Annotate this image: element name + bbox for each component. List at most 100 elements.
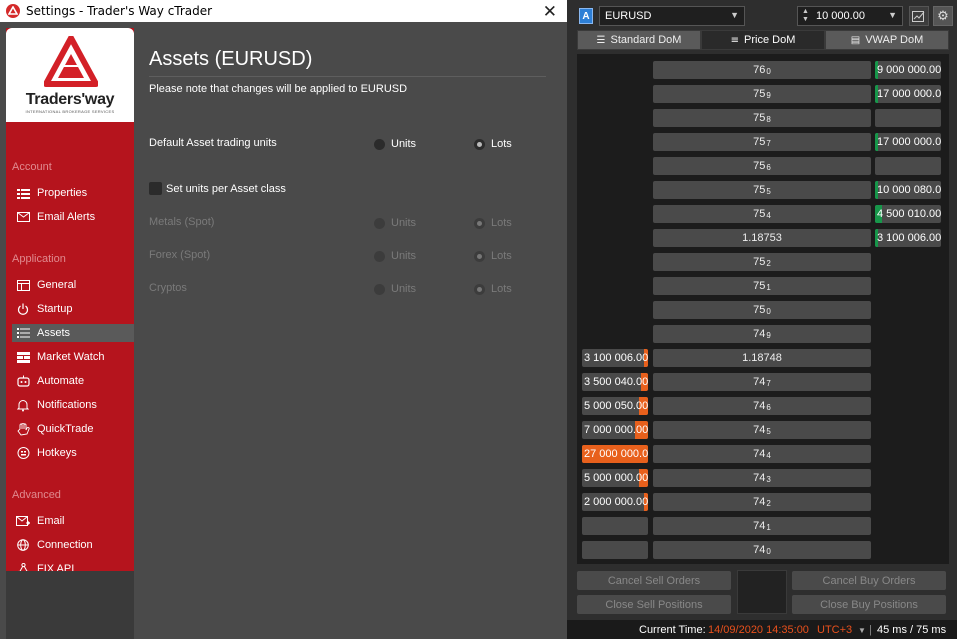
sell-volume-text: 5 000 050.00 xyxy=(584,400,648,412)
sell-volume-cell[interactable]: 3 100 006.00 xyxy=(582,349,648,367)
spinner-arrows-icon[interactable]: ▲ ▼ xyxy=(802,8,809,24)
forex-units-radio[interactable]: Units xyxy=(374,250,416,262)
buy-volume-text: 17 000 000.00 xyxy=(877,136,941,148)
price-level[interactable]: 75 9 xyxy=(653,85,871,103)
sidebar-item-quicktrade[interactable]: QuickTrade xyxy=(12,420,134,438)
price-level[interactable]: 74 0 xyxy=(653,541,871,559)
sidebar-item-notifications[interactable]: Notifications xyxy=(12,396,134,414)
cryptos-units-radio[interactable]: Units xyxy=(374,283,416,295)
sell-volume-cell[interactable]: 5 000 050.00 xyxy=(582,397,648,415)
best-bid-price[interactable]: 1.18748 xyxy=(653,349,871,367)
close-sell-positions-button[interactable]: Close Sell Positions xyxy=(577,595,731,614)
sidebar-item-hotkeys[interactable]: Hotkeys xyxy=(12,444,134,462)
timezone-selector[interactable]: UTC+3 xyxy=(817,624,852,636)
sell-volume-cell[interactable]: 7 000 000.00 xyxy=(582,421,648,439)
close-buy-positions-button[interactable]: Close Buy Positions xyxy=(792,595,946,614)
price-pip: 7 xyxy=(766,378,771,388)
sidebar-item-properties[interactable]: Properties xyxy=(12,184,134,202)
set-units-per-class-checkbox[interactable]: Set units per Asset class xyxy=(149,182,286,195)
price-level[interactable]: 75 8 xyxy=(653,109,871,127)
price-level[interactable]: 75 2 xyxy=(653,253,871,271)
symbol-badge[interactable]: A xyxy=(579,8,593,24)
forex-lots-radio[interactable]: Lots xyxy=(474,250,512,262)
price-level[interactable]: 75 0 xyxy=(653,301,871,319)
buy-volume-cell[interactable]: 17 000 000.00 xyxy=(875,133,941,151)
sidebar-item-assets[interactable]: Assets xyxy=(12,324,134,342)
price-level[interactable]: 75 1 xyxy=(653,277,871,295)
buy-volume-cell[interactable]: 17 000 000.00 xyxy=(875,85,941,103)
sell-volume-cell[interactable] xyxy=(582,517,648,535)
radio-label: Units xyxy=(391,217,417,229)
buy-volume-cell[interactable] xyxy=(875,109,941,127)
dom-toolbar: A EURUSD ▼ ▲ ▼ 10 000.00 ▼ ⚙ xyxy=(573,4,957,28)
metals-lots-radio[interactable]: Lots xyxy=(474,217,512,229)
metals-units-radio[interactable]: Units xyxy=(374,217,416,229)
buy-volume-cell[interactable]: 9 000 000.00 xyxy=(875,61,941,79)
sell-volume-cell[interactable]: 2 000 000.00 xyxy=(582,493,648,511)
sell-volume-cell[interactable]: 5 000 000.00 xyxy=(582,469,648,487)
price-level[interactable]: 74 7 xyxy=(653,373,871,391)
price-level[interactable]: 75 5 xyxy=(653,181,871,199)
tab-standard-dom[interactable]: ☰ Standard DoM xyxy=(577,30,701,50)
buy-volume-cell[interactable]: 4 500 010.00 xyxy=(875,205,941,223)
tab-price-dom[interactable]: ≡ Price DoM xyxy=(701,30,825,50)
price-pip: 6 xyxy=(766,402,771,412)
price-level[interactable]: 75 7 xyxy=(653,133,871,151)
price-level[interactable]: 76 0 xyxy=(653,61,871,79)
sidebar-item-market-watch[interactable]: Market Watch xyxy=(12,348,134,366)
sell-volume-cell[interactable]: 27 000 000.00 xyxy=(582,445,648,463)
price-level[interactable]: 74 1 xyxy=(653,517,871,535)
price-level[interactable]: 74 4 xyxy=(653,445,871,463)
chevron-down-icon[interactable]: ▼ xyxy=(858,626,866,635)
radio-dot xyxy=(374,250,385,262)
close-icon[interactable]: ✕ xyxy=(543,2,557,22)
sidebar-item-email[interactable]: Email xyxy=(12,512,134,530)
price-main: 75 xyxy=(753,208,766,220)
checkbox-label: Set units per Asset class xyxy=(166,182,286,195)
tab-label: VWAP DoM xyxy=(865,34,924,46)
price-pip: 0 xyxy=(766,306,771,316)
volume-stepper[interactable]: ▲ ▼ 10 000.00 ▼ xyxy=(797,6,903,26)
sidebar-item-label: Notifications xyxy=(37,399,97,411)
price-level[interactable]: 74 9 xyxy=(653,325,871,343)
sell-volume-cell[interactable]: 3 500 040.00 xyxy=(582,373,648,391)
layout-icon xyxy=(15,278,31,292)
ladder-row: 75 7 17 000 000.00 xyxy=(577,132,949,152)
price-level[interactable]: 74 6 xyxy=(653,397,871,415)
default-units-radio[interactable]: Units xyxy=(374,138,416,150)
nav-heading-account: Account xyxy=(12,161,52,173)
window-title: Settings - Trader's Way cTrader xyxy=(26,4,213,18)
buy-volume-cell[interactable]: 10 000 080.00 xyxy=(875,181,941,199)
price-level[interactable]: 75 4 xyxy=(653,205,871,223)
cancel-buy-orders-button[interactable]: Cancel Buy Orders xyxy=(792,571,946,590)
tab-vwap-dom[interactable]: ▤ VWAP DoM xyxy=(825,30,949,50)
price-main: 74 xyxy=(753,376,766,388)
price-level[interactable]: 74 2 xyxy=(653,493,871,511)
price-level[interactable]: 75 6 xyxy=(653,157,871,175)
symbol-select[interactable]: EURUSD ▼ xyxy=(599,6,745,26)
cryptos-lots-radio[interactable]: Lots xyxy=(474,283,512,295)
checkbox-box xyxy=(149,182,162,195)
chart-settings-button[interactable] xyxy=(909,6,929,26)
sell-volume-cell[interactable] xyxy=(582,541,648,559)
price-pip: 3 xyxy=(766,474,771,484)
title-bar: Settings - Trader's Way cTrader ✕ xyxy=(0,0,567,22)
gear-icon: ⚙ xyxy=(937,8,949,24)
cancel-sell-orders-button[interactable]: Cancel Sell Orders xyxy=(577,571,731,590)
chevron-down-icon: ▼ xyxy=(730,10,739,20)
settings-gear-button[interactable]: ⚙ xyxy=(933,6,953,26)
ladder-row: 3 500 040.00 74 7 xyxy=(577,372,949,392)
buy-volume-cell[interactable] xyxy=(875,157,941,175)
price-level[interactable]: 74 3 xyxy=(653,469,871,487)
nav-heading-application: Application xyxy=(12,253,66,265)
sidebar-item-automate[interactable]: Automate xyxy=(12,372,134,390)
default-lots-radio[interactable]: Lots xyxy=(474,138,512,150)
sidebar-item-startup[interactable]: Startup xyxy=(12,300,134,318)
best-ask-price[interactable]: 1.18753 xyxy=(653,229,871,247)
dom-order-buttons: Cancel Sell Orders Close Sell Positions … xyxy=(573,568,951,616)
sidebar-item-email-alerts[interactable]: Email Alerts xyxy=(12,208,134,226)
sidebar-item-connection[interactable]: Connection xyxy=(12,536,134,554)
sidebar-item-general[interactable]: General xyxy=(12,276,134,294)
price-level[interactable]: 74 5 xyxy=(653,421,871,439)
buy-volume-cell[interactable]: 3 100 006.00 xyxy=(875,229,941,247)
